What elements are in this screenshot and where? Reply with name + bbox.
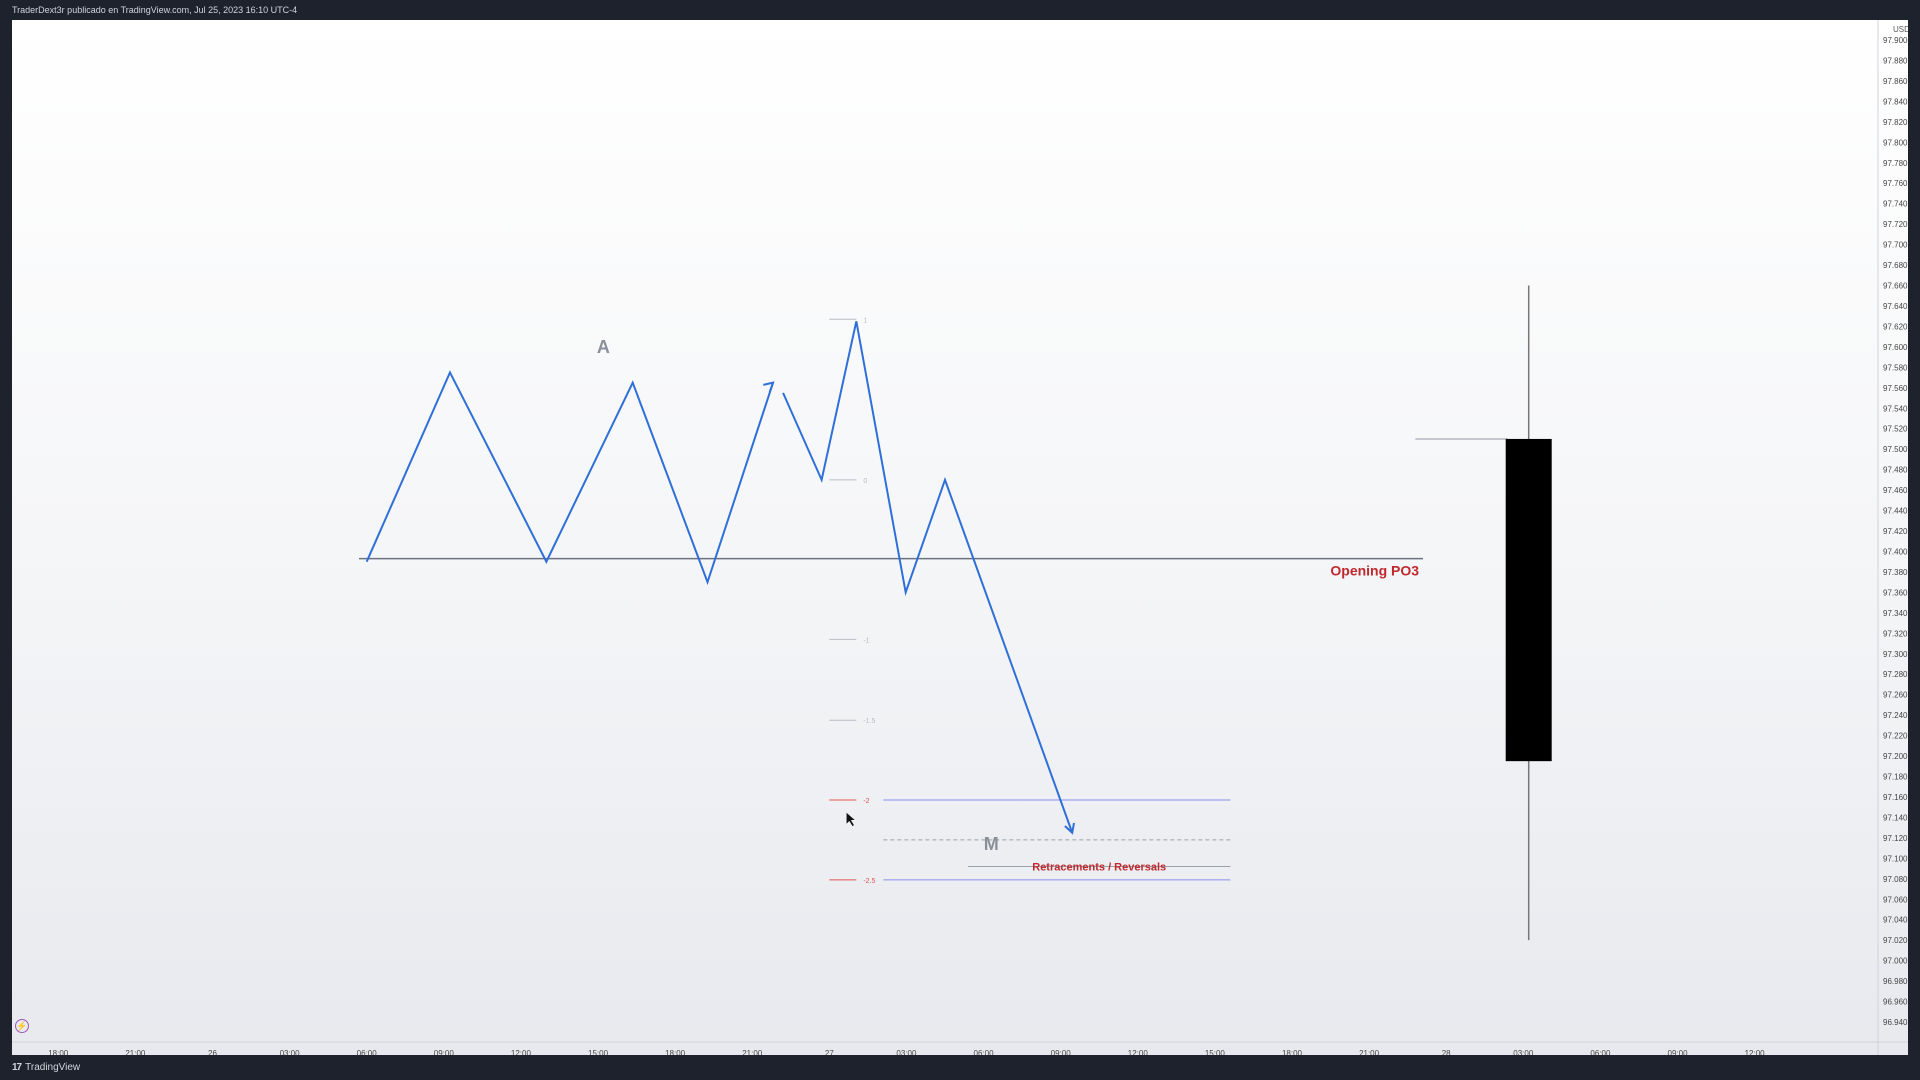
retracements-label: Retracements / Reversals <box>1032 862 1166 874</box>
arrowhead <box>763 381 775 393</box>
y-tick-label: 96.980 <box>1883 977 1908 986</box>
y-tick-label: 97.020 <box>1883 936 1908 945</box>
y-tick-label: 97.800 <box>1883 138 1908 147</box>
y-tick-label: 97.820 <box>1883 118 1908 127</box>
y-tick-label: 97.140 <box>1883 813 1908 822</box>
y-tick-label: 97.440 <box>1883 507 1908 516</box>
y-tick-label: 97.360 <box>1883 588 1908 597</box>
tradingview-logo-icon: 17 <box>12 1062 22 1073</box>
chart-svg[interactable]: USD 97.900 97.880 97.860 97.840 97.820 97.800 9… <box>12 20 1908 1055</box>
price-path <box>365 370 775 586</box>
y-tick-label: 97.200 <box>1883 752 1908 761</box>
y-tick-label: 97.100 <box>1883 854 1908 863</box>
y-tick-label: 97.700 <box>1883 241 1908 250</box>
y-tick-label: 97.780 <box>1883 159 1908 168</box>
y-tick-label: 97.460 <box>1883 486 1908 495</box>
y-tick-label: 97.400 <box>1883 547 1908 556</box>
y-tick-label: 97.900 <box>1883 36 1908 45</box>
y-tick-label: 97.480 <box>1883 466 1908 475</box>
y-tick-label: 97.240 <box>1883 711 1908 720</box>
y-tick-label: 97.860 <box>1883 77 1908 86</box>
currency-label: USD <box>1893 25 1908 34</box>
y-tick-label: 97.300 <box>1883 650 1908 659</box>
y-tick-label: 97.640 <box>1883 302 1908 311</box>
fib-level-label: -2 <box>863 798 869 805</box>
y-tick-label: 97.500 <box>1883 445 1908 454</box>
tradingview-logo[interactable]: 17 TradingView <box>12 1055 80 1080</box>
y-tick-label: 97.160 <box>1883 793 1908 802</box>
y-tick-label: 97.320 <box>1883 629 1908 638</box>
y-tick-label: 97.720 <box>1883 220 1908 229</box>
y-tick-label: 97.180 <box>1883 773 1908 782</box>
y-tick-label: 97.840 <box>1883 97 1908 106</box>
y-tick-label: 97.120 <box>1883 834 1908 843</box>
y-tick-label: 97.760 <box>1883 179 1908 188</box>
fib-level-label: -1.5 <box>863 718 875 725</box>
fib-level-label: 0 <box>863 478 867 485</box>
y-tick-label: 97.620 <box>1883 322 1908 331</box>
y-tick-label: 97.580 <box>1883 363 1908 372</box>
chart-area[interactable]: USD 97.900 97.880 97.860 97.840 97.820 97.800 9… <box>12 20 1908 1055</box>
y-tick-label: 97.220 <box>1883 732 1908 741</box>
y-tick-label: 97.680 <box>1883 261 1908 270</box>
footer-bar: 17 TradingView <box>0 1055 1920 1080</box>
y-tick-label: 96.940 <box>1883 1018 1908 1027</box>
y-tick-label: 97.260 <box>1883 691 1908 700</box>
candle-body <box>1505 438 1552 762</box>
y-tick-label: 97.040 <box>1883 916 1908 925</box>
y-tick-label: 97.560 <box>1883 384 1908 393</box>
annotation-letter: M <box>984 834 999 854</box>
lightning-icon[interactable]: ⚡ <box>15 1019 29 1033</box>
fib-level-label: -2.5 <box>863 878 875 885</box>
y-tick-label: 97.660 <box>1883 282 1908 291</box>
annotation-letter: A <box>597 337 610 357</box>
y-tick-label: 97.600 <box>1883 343 1908 352</box>
mouse-cursor-icon <box>846 811 856 827</box>
y-tick-label: 97.540 <box>1883 404 1908 413</box>
y-tick-label: 97.080 <box>1883 875 1908 884</box>
publish-header: TraderDext3r publicado en TradingView.co… <box>0 0 1920 20</box>
y-tick-label: 96.960 <box>1883 998 1908 1007</box>
y-tick-label: 97.740 <box>1883 200 1908 209</box>
y-tick-label: 97.060 <box>1883 895 1908 904</box>
y-tick-label: 97.380 <box>1883 568 1908 577</box>
y-tick-label: 97.280 <box>1883 670 1908 679</box>
fib-level-label: 1 <box>863 317 867 324</box>
y-tick-label: 97.520 <box>1883 425 1908 434</box>
brand-name: TradingView <box>25 1062 81 1073</box>
y-tick-label: 97.420 <box>1883 527 1908 536</box>
y-tick-label: 97.340 <box>1883 609 1908 618</box>
price-path <box>782 321 1074 834</box>
fib-level-label: -1 <box>863 637 869 644</box>
y-tick-label: 97.000 <box>1883 957 1908 966</box>
y-tick-label: 97.880 <box>1883 56 1908 65</box>
opening-po3-label: Opening PO3 <box>1330 563 1419 579</box>
publish-text: TraderDext3r publicado en TradingView.co… <box>12 5 298 15</box>
